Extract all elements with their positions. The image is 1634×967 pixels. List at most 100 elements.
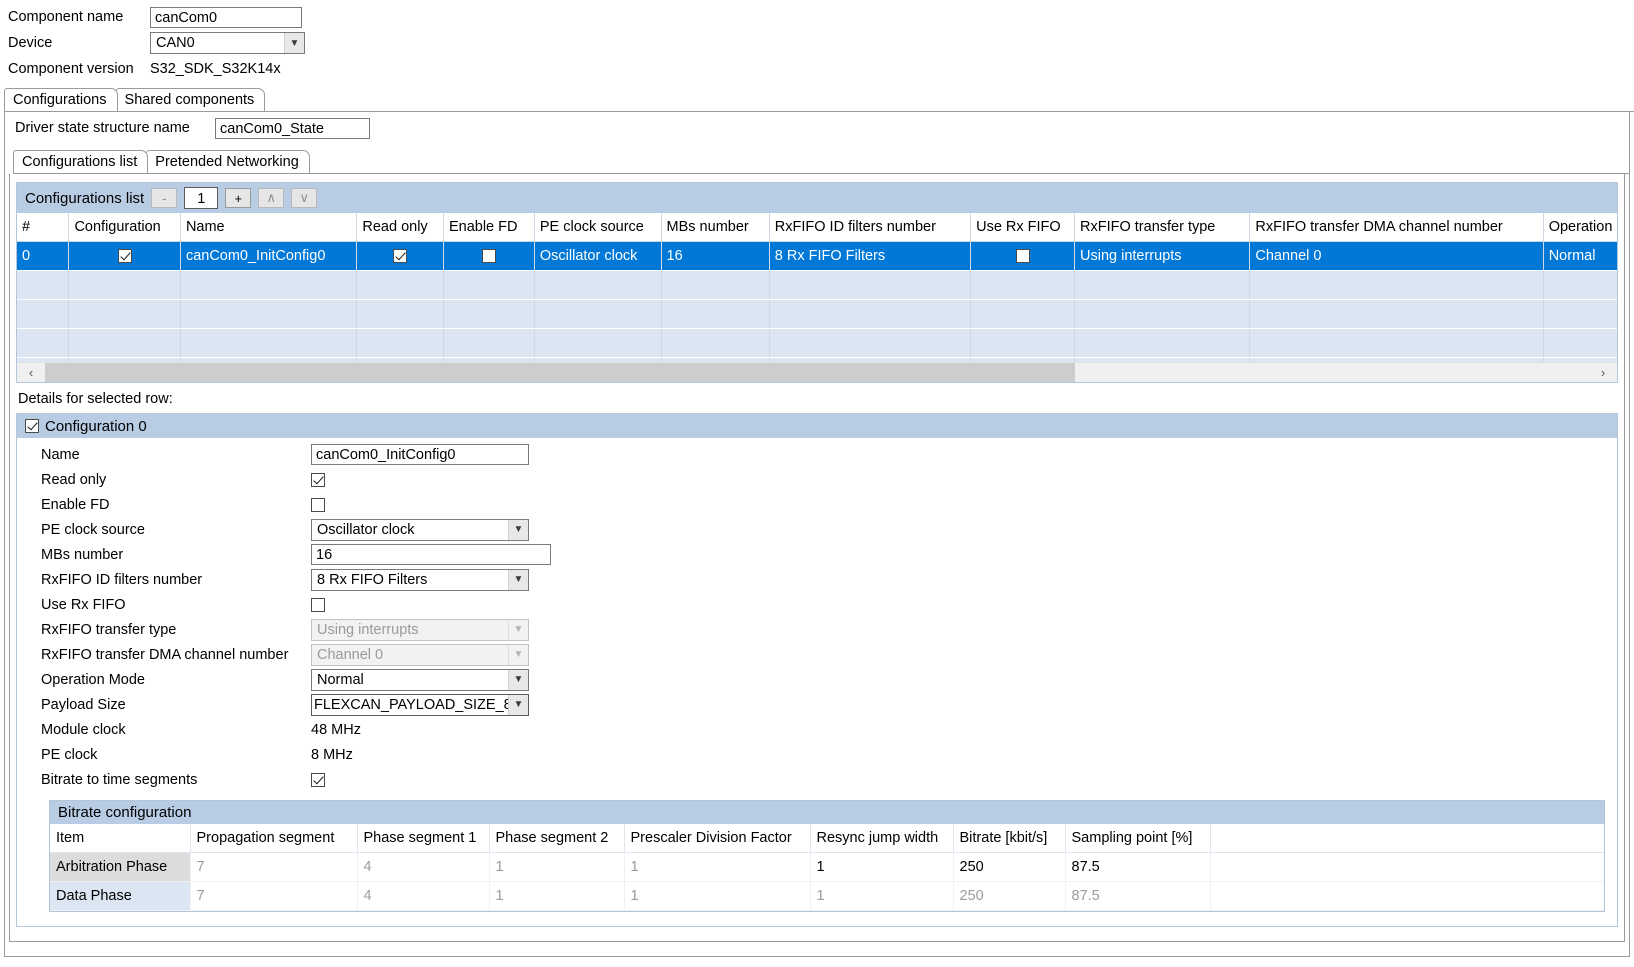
col-enable-fd[interactable]: Enable FD: [443, 213, 535, 242]
tab-shared-components[interactable]: Shared components: [115, 88, 266, 111]
cell-index: 0: [17, 241, 70, 271]
table-row[interactable]: 0 canCom0_InitConfig0 Oscillator clock 1…: [17, 241, 1617, 271]
cell-configuration-checkbox[interactable]: [68, 241, 181, 271]
read-only-checkbox[interactable]: [311, 472, 325, 487]
checkbox-icon[interactable]: [393, 249, 408, 264]
bitrate-cell-sampling-point[interactable]: 87.5: [1065, 852, 1211, 882]
bitrate-cell-phase-segment-2[interactable]: 1: [489, 881, 625, 911]
cell-read-only-checkbox[interactable]: [356, 241, 444, 271]
field-rxfifo-id-filters-number: RxFIFO ID filters number 8 Rx FIFO Filte…: [17, 567, 1617, 592]
payload-size-select[interactable]: FLEXCAN_PAYLOAD_SIZE_8 ▼: [311, 693, 529, 716]
mbs-number-input[interactable]: 16: [311, 544, 551, 565]
operation-mode-value: Normal: [317, 671, 364, 688]
tab-configurations-list[interactable]: Configurations list: [13, 150, 149, 173]
col-operation-mode[interactable]: Operation Mode: [1543, 213, 1617, 242]
bitrate-table: Item Propagation segment Phase segment 1…: [50, 824, 1604, 911]
cell-enable-fd-checkbox[interactable]: [443, 241, 535, 271]
table-row[interactable]: [17, 328, 1617, 358]
col-read-only[interactable]: Read only: [356, 213, 444, 242]
device-row: Device CAN0 ▼: [8, 30, 1634, 56]
bitrate-configuration-title: Bitrate configuration: [50, 801, 1604, 824]
bitrate-row-item: Arbitration Phase: [50, 852, 191, 882]
cell-rxfifo-transfer-type: Using interrupts: [1074, 241, 1251, 271]
col-name[interactable]: Name: [180, 213, 358, 242]
bitrate-cell-propagation-segment[interactable]: 7: [190, 881, 358, 911]
bitrate-col-bitrate: Bitrate [kbit/s]: [953, 824, 1066, 853]
field-operation-mode: Operation Mode Normal ▼: [17, 667, 1617, 692]
bitrate-cell-resync-jump-width[interactable]: 1: [810, 852, 954, 882]
field-enable-fd: Enable FD: [17, 492, 1617, 517]
bitrate-cell-phase-segment-1[interactable]: 4: [357, 852, 490, 882]
bitrate-cell-sampling-point[interactable]: 87.5: [1065, 881, 1211, 911]
move-down-button[interactable]: ∨: [291, 188, 318, 208]
checkbox-icon[interactable]: [1015, 249, 1030, 264]
table-row[interactable]: [17, 270, 1617, 300]
col-use-rx-fifo[interactable]: Use Rx FIFO: [970, 213, 1075, 242]
scroll-right-icon[interactable]: ›: [1589, 365, 1617, 380]
bitrate-to-time-segments-checkbox[interactable]: [311, 772, 325, 787]
table-row[interactable]: [17, 299, 1617, 329]
bitrate-cell-prescaler-division-factor[interactable]: 1: [624, 852, 811, 882]
col-rxfifo-id-filters-number[interactable]: RxFIFO ID filters number: [769, 213, 972, 242]
cell-empty: [1074, 299, 1251, 329]
payload-size-value: FLEXCAN_PAYLOAD_SIZE_8: [314, 696, 508, 713]
tab-pretended-networking[interactable]: Pretended Networking: [146, 150, 310, 173]
col-pe-clock-source[interactable]: PE clock source: [534, 213, 662, 242]
table-row[interactable]: Data Phase 7 4 1 1 1 250 87.5: [50, 881, 1604, 911]
checkbox-icon[interactable]: [481, 249, 496, 264]
cell-empty: [970, 328, 1075, 358]
cell-use-rx-fifo-checkbox[interactable]: [970, 241, 1075, 271]
driver-state-input[interactable]: canCom0_State: [215, 117, 370, 139]
device-select[interactable]: CAN0 ▼: [150, 32, 305, 54]
bitrate-cell-phase-segment-1[interactable]: 4: [357, 881, 490, 911]
scrollbar-thumb[interactable]: [45, 363, 1075, 382]
col-configuration[interactable]: Configuration: [68, 213, 181, 242]
bitrate-configuration-panel: Bitrate configuration Item Propagation s…: [49, 800, 1605, 912]
col-rxfifo-transfer-dma-channel-number[interactable]: RxFIFO transfer DMA channel number: [1249, 213, 1544, 242]
remove-configuration-button[interactable]: -: [151, 188, 178, 208]
configuration-detail-title: Configuration 0: [45, 417, 147, 435]
operation-mode-select[interactable]: Normal ▼: [311, 668, 529, 691]
col-index[interactable]: #: [17, 213, 70, 242]
cell-name: canCom0_InitConfig0: [180, 241, 358, 271]
bitrate-cell-bitrate[interactable]: 250: [953, 881, 1066, 911]
configuration-count-input[interactable]: 1: [184, 187, 219, 209]
bitrate-cell-phase-segment-2[interactable]: 1: [489, 852, 625, 882]
cell-operation-mode: Normal: [1543, 241, 1617, 271]
move-up-button[interactable]: ∧: [258, 188, 285, 208]
horizontal-scrollbar[interactable]: ‹ ›: [17, 362, 1617, 382]
bitrate-col-item: Item: [50, 824, 191, 853]
bitrate-cell-propagation-segment[interactable]: 7: [190, 852, 358, 882]
add-configuration-button[interactable]: +: [225, 188, 252, 208]
configuration-detail-header: Configuration 0: [17, 414, 1617, 438]
table-row[interactable]: Arbitration Phase 7 4 1 1 1 250 87.5: [50, 852, 1604, 882]
bitrate-cell-bitrate[interactable]: 250: [953, 852, 1066, 882]
configurations-list-toolbar: Configurations list - 1 + ∧ ∨: [17, 183, 1617, 213]
field-use-rx-fifo-label: Use Rx FIFO: [41, 596, 126, 613]
bitrate-cell-prescaler-division-factor[interactable]: 1: [624, 881, 811, 911]
cell-empty: [661, 270, 770, 300]
field-rxfifo-id-filters-label: RxFIFO ID filters number: [41, 571, 203, 588]
configuration-enabled-checkbox[interactable]: [25, 419, 39, 433]
bitrate-col-prescaler-division-factor: Prescaler Division Factor: [624, 824, 811, 853]
cell-empty: [1543, 270, 1617, 300]
col-mbs-number[interactable]: MBs number: [661, 213, 770, 242]
cell-empty: [356, 299, 444, 329]
scroll-left-icon[interactable]: ‹: [17, 365, 45, 380]
pe-clock-source-select[interactable]: Oscillator clock ▼: [311, 518, 529, 541]
component-name-input[interactable]: canCom0: [150, 6, 302, 28]
scrollbar-track[interactable]: [45, 363, 1589, 382]
cell-empty: [356, 270, 444, 300]
field-read-only-label: Read only: [41, 471, 107, 488]
tab-configurations[interactable]: Configurations: [4, 88, 118, 111]
col-rxfifo-transfer-type[interactable]: RxFIFO transfer type: [1074, 213, 1251, 242]
enable-fd-checkbox[interactable]: [311, 497, 325, 512]
use-rx-fifo-checkbox[interactable]: [311, 597, 325, 612]
rxfifo-id-filters-select[interactable]: 8 Rx FIFO Filters ▼: [311, 568, 529, 591]
field-bitrate-to-time-segments: Bitrate to time segments: [17, 767, 1617, 792]
module-clock-value: 48 MHz: [311, 721, 361, 738]
bitrate-cell-resync-jump-width[interactable]: 1: [810, 881, 954, 911]
checkbox-icon[interactable]: [117, 249, 132, 264]
name-input[interactable]: canCom0_InitConfig0: [311, 444, 529, 465]
cell-empty: [356, 328, 444, 358]
